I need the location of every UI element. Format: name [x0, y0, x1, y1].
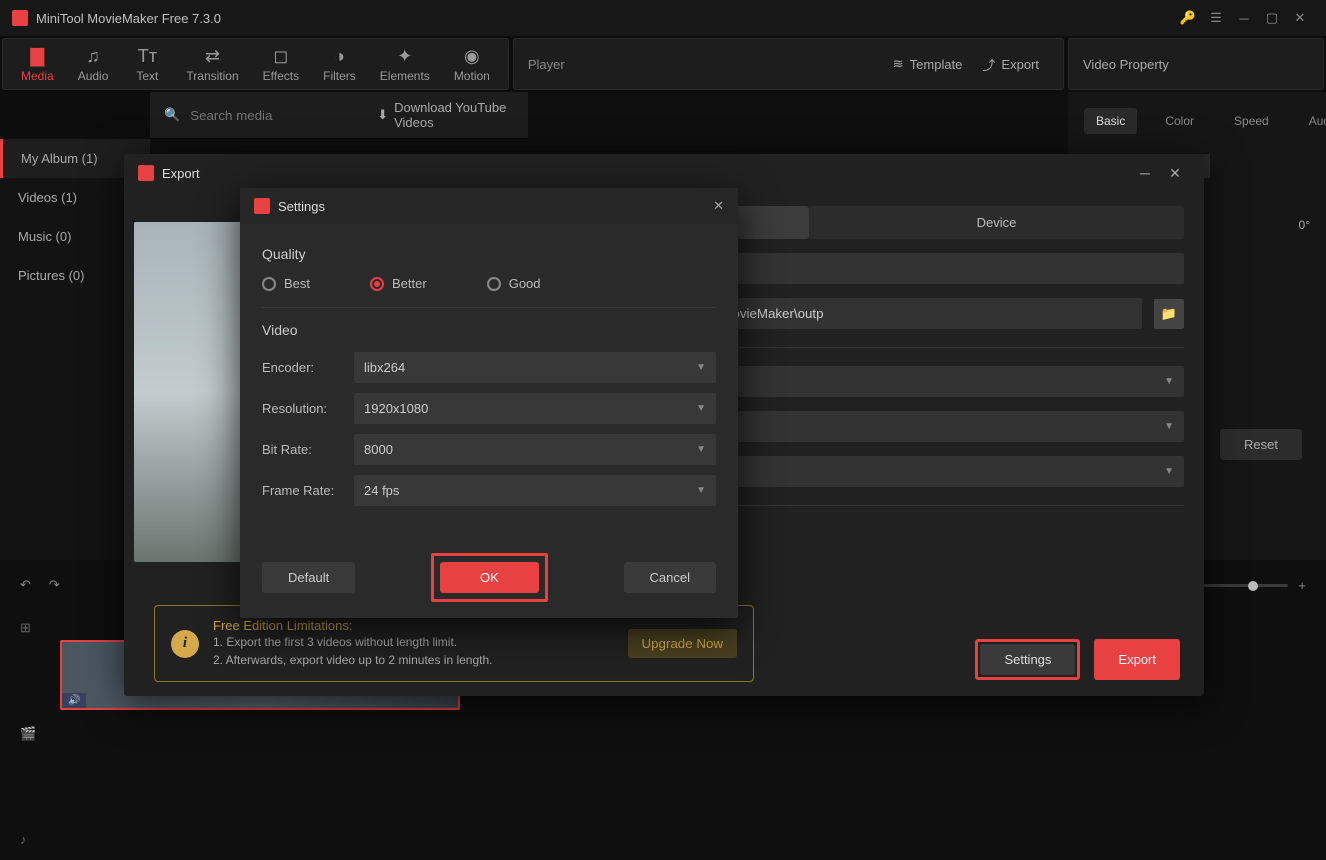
tool-transition[interactable]: ⇄Transition — [174, 43, 250, 85]
zoom-in-icon[interactable]: + — [1298, 578, 1306, 593]
s-framerate-select[interactable]: 24 fps▼ — [354, 475, 716, 506]
maximize-icon[interactable]: ▢ — [1258, 4, 1286, 32]
export-dialog-title: Export — [162, 166, 200, 181]
s-resolution-select[interactable]: 1920x1080▼ — [354, 393, 716, 424]
tool-audio[interactable]: ♫Audio — [66, 43, 121, 85]
proptab-audio[interactable]: Audio — [1297, 108, 1326, 134]
video-heading: Video — [262, 322, 716, 338]
limitations-line1: 1. Export the first 3 videos without len… — [213, 633, 493, 651]
limitations-title: Free Edition Limitations: — [213, 618, 493, 633]
bitrate-label: Bit Rate: — [262, 442, 342, 457]
close-icon[interactable]: ✕ — [1160, 165, 1190, 182]
download-icon: ⬇ — [377, 107, 388, 123]
ok-button[interactable]: OK — [440, 562, 539, 593]
chevron-down-icon: ▼ — [1164, 466, 1174, 477]
bitrate-select[interactable]: 8000▼ — [354, 434, 716, 465]
chevron-down-icon: ▼ — [696, 403, 706, 414]
upload-icon: ⤴ — [982, 55, 995, 74]
app-title: MiniTool MovieMaker Free 7.3.0 — [36, 11, 221, 26]
chevron-down-icon: ▼ — [696, 362, 706, 373]
folder-icon: 📁 — [1161, 306, 1177, 322]
add-track-icon[interactable]: ⊞ — [20, 620, 36, 636]
chevron-down-icon: ▼ — [1164, 376, 1174, 387]
tool-motion[interactable]: ◉Motion — [442, 43, 502, 85]
proptab-speed[interactable]: Speed — [1222, 108, 1281, 134]
s-framerate-label: Frame Rate: — [262, 483, 342, 498]
app-logo-icon — [138, 165, 154, 181]
tool-filters[interactable]: ◑Filters — [311, 43, 368, 85]
chevron-down-icon: ▼ — [1164, 421, 1174, 432]
template-button[interactable]: ≋Template — [883, 50, 973, 78]
effects-icon: ◻ — [273, 46, 288, 67]
quality-radio-best[interactable]: Best — [262, 276, 310, 291]
close-icon[interactable]: ✕ — [1286, 4, 1314, 32]
app-logo-icon — [254, 198, 270, 214]
limitations-line2: 2. Afterwards, export video up to 2 minu… — [213, 651, 493, 669]
download-youtube-button[interactable]: ⬇Download YouTube Videos — [377, 100, 514, 130]
note-icon: ♫ — [86, 46, 100, 67]
app-logo-icon — [12, 10, 28, 26]
player-bar: Player ≋Template ⤴Export — [513, 38, 1064, 90]
tool-elements[interactable]: ✦Elements — [368, 43, 442, 85]
tool-media[interactable]: ▇Media — [9, 43, 66, 85]
settings-dialog: Settings ✕ Quality Best Better Good Vide… — [240, 188, 738, 618]
key-icon[interactable]: 🔑 — [1174, 4, 1202, 32]
player-label: Player — [528, 57, 565, 72]
reset-button[interactable]: Reset — [1220, 429, 1302, 460]
motion-icon: ◉ — [464, 46, 480, 67]
elements-icon: ✦ — [397, 46, 412, 67]
encoder-label: Encoder: — [262, 360, 342, 375]
minimize-icon[interactable]: ─ — [1130, 165, 1160, 181]
export-confirm-button[interactable]: Export — [1094, 639, 1180, 680]
property-title: Video Property — [1083, 57, 1169, 72]
tool-effects[interactable]: ◻Effects — [251, 43, 311, 85]
default-button[interactable]: Default — [262, 562, 355, 593]
audio-track-icon: ♪ — [20, 832, 36, 847]
settings-button[interactable]: Settings — [980, 644, 1075, 675]
tool-text[interactable]: TᴛText — [120, 43, 174, 85]
transition-icon: ⇄ — [205, 46, 220, 67]
close-icon[interactable]: ✕ — [713, 198, 724, 214]
text-icon: Tᴛ — [138, 46, 157, 67]
encoder-select[interactable]: libx264▼ — [354, 352, 716, 383]
video-track-icon: 🎬 — [20, 726, 36, 742]
browse-folder-button[interactable]: 📁 — [1154, 299, 1184, 329]
filters-icon: ◑ — [334, 46, 345, 67]
cancel-button[interactable]: Cancel — [624, 562, 716, 593]
undo-icon[interactable]: ↶ — [20, 577, 31, 593]
settings-dialog-title: Settings — [278, 199, 325, 214]
titlebar: MiniTool MovieMaker Free 7.3.0 🔑 ☰ ─ ▢ ✕ — [0, 0, 1326, 36]
s-resolution-label: Resolution: — [262, 401, 342, 416]
chevron-down-icon: ▼ — [696, 444, 706, 455]
export-tab-device[interactable]: Device — [809, 206, 1184, 239]
search-icon: 🔍 — [164, 107, 180, 123]
property-bar: Video Property — [1068, 38, 1324, 90]
redo-icon[interactable]: ↷ — [49, 577, 60, 593]
speaker-icon: 🔊 — [62, 693, 86, 708]
stack-icon: ≋ — [893, 56, 904, 72]
media-search-bar: 🔍 ⬇Download YouTube Videos — [150, 92, 528, 139]
minimize-icon[interactable]: ─ — [1230, 4, 1258, 32]
export-button[interactable]: ⤴Export — [972, 49, 1049, 80]
quality-radio-better[interactable]: Better — [370, 276, 427, 291]
quality-heading: Quality — [262, 246, 716, 262]
quality-radio-good[interactable]: Good — [487, 276, 541, 291]
upgrade-button[interactable]: Upgrade Now — [628, 629, 738, 658]
proptab-color[interactable]: Color — [1153, 108, 1206, 134]
folder-icon: ▇ — [30, 46, 44, 67]
main-toolbar: ▇Media ♫Audio TᴛText ⇄Transition ◻Effect… — [2, 38, 509, 90]
menu-icon[interactable]: ☰ — [1202, 4, 1230, 32]
chevron-down-icon: ▼ — [696, 485, 706, 496]
info-icon: i — [171, 630, 199, 658]
search-input[interactable] — [190, 108, 367, 123]
proptab-basic[interactable]: Basic — [1084, 108, 1137, 134]
